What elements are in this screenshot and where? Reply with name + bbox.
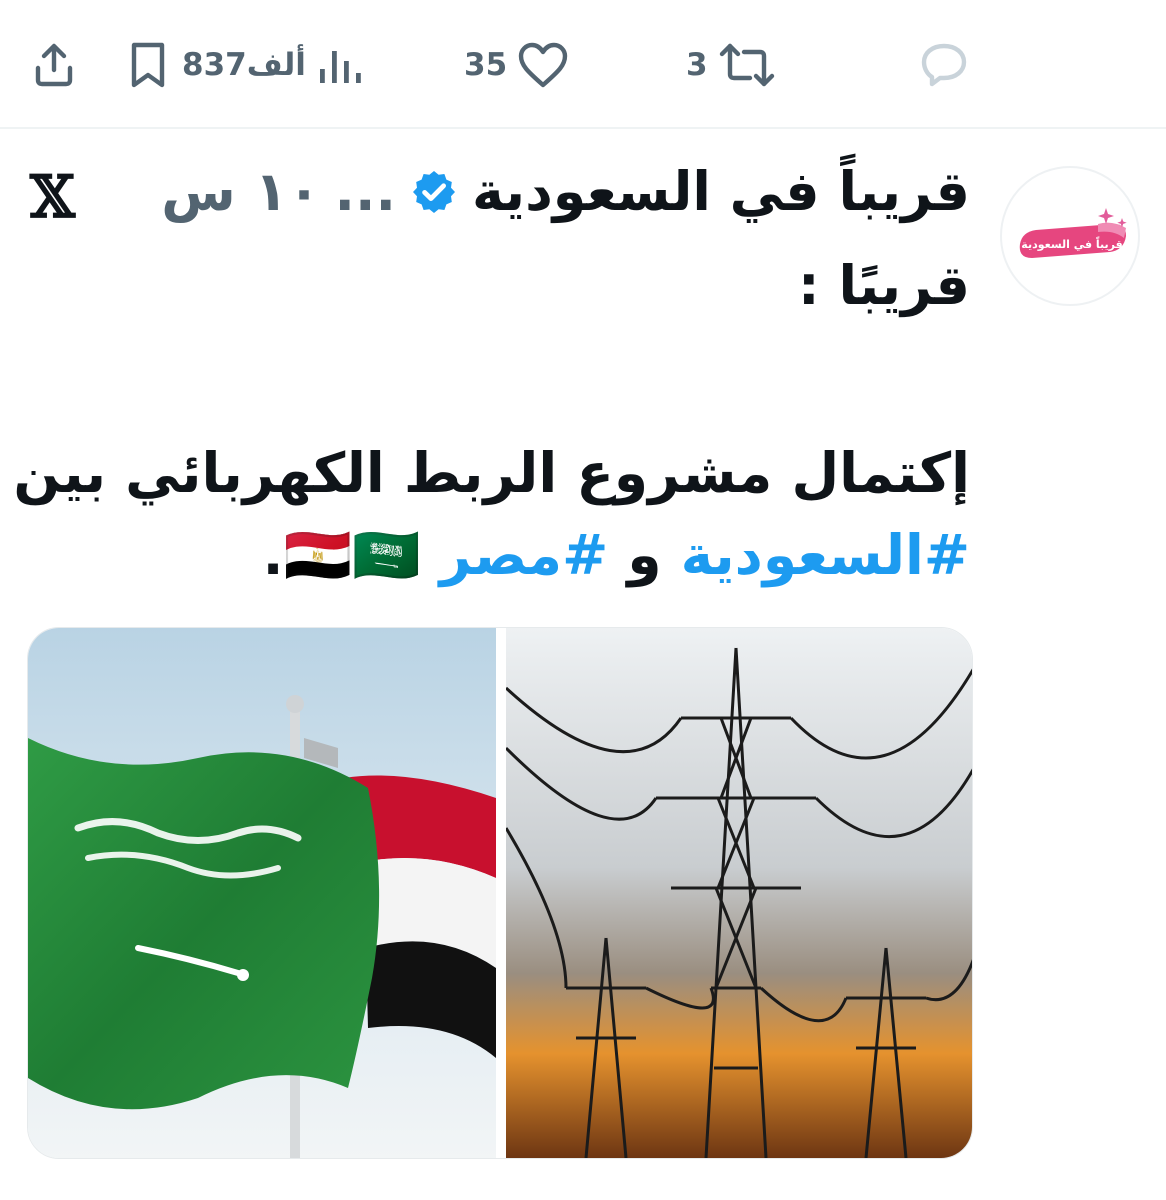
tweet-timestamp[interactable]: ١٠ س [161,160,320,223]
verified-badge-icon [413,170,456,213]
reply-icon [921,43,967,87]
tweet-action-bar: 837ألف 35 3 [0,0,1166,128]
tweet-text-first-line: قريبًا : [798,254,970,317]
display-name[interactable]: قريباً في السعودية [472,160,970,223]
views-icon [319,51,361,83]
flag-emojis: 🇪🇬🇸🇦. [262,523,421,587]
views-button[interactable]: 837ألف [182,38,362,92]
share-icon [35,43,73,87]
avatar-logo-text: قريباً في السعودية [1021,236,1122,251]
reply-button[interactable] [918,38,970,92]
bookmark-button[interactable] [126,38,170,92]
tweet-header: قريباً في السعودية ... ١٠ س [161,160,970,223]
retweet-button[interactable]: 3 [686,38,776,92]
connector-word: و [608,523,681,587]
share-button[interactable] [30,38,78,92]
tweet-text-second-line: #السعودية و #مصر 🇪🇬🇸🇦. [10,514,970,596]
name-ellipsis: ... [334,160,397,223]
tweet-text-main: إكتمال مشروع الربط الكهربائي بين [13,441,970,505]
tweet-media[interactable] [27,627,973,1159]
x-logo-icon[interactable]: 𝕏 [30,168,75,226]
divider [0,127,1166,129]
flags-image[interactable] [28,628,496,1159]
views-count: 837ألف [182,46,306,83]
power-lines-image[interactable] [506,628,973,1159]
likes-count: 35 [464,46,508,83]
tweet-text: إكتمال مشروع الربط الكهربائي بين #السعود… [10,432,970,596]
avatar[interactable]: قريباً في السعودية [1000,166,1140,306]
retweets-count: 3 [686,46,708,83]
hashtag-egypt[interactable]: #مصر [440,523,609,587]
retweet-icon [719,43,774,87]
hashtag-saudi[interactable]: #السعودية [681,523,970,587]
heart-icon [518,42,568,88]
media-gap [496,628,506,1158]
like-button[interactable]: 35 [464,38,569,92]
bookmark-icon [131,42,165,88]
